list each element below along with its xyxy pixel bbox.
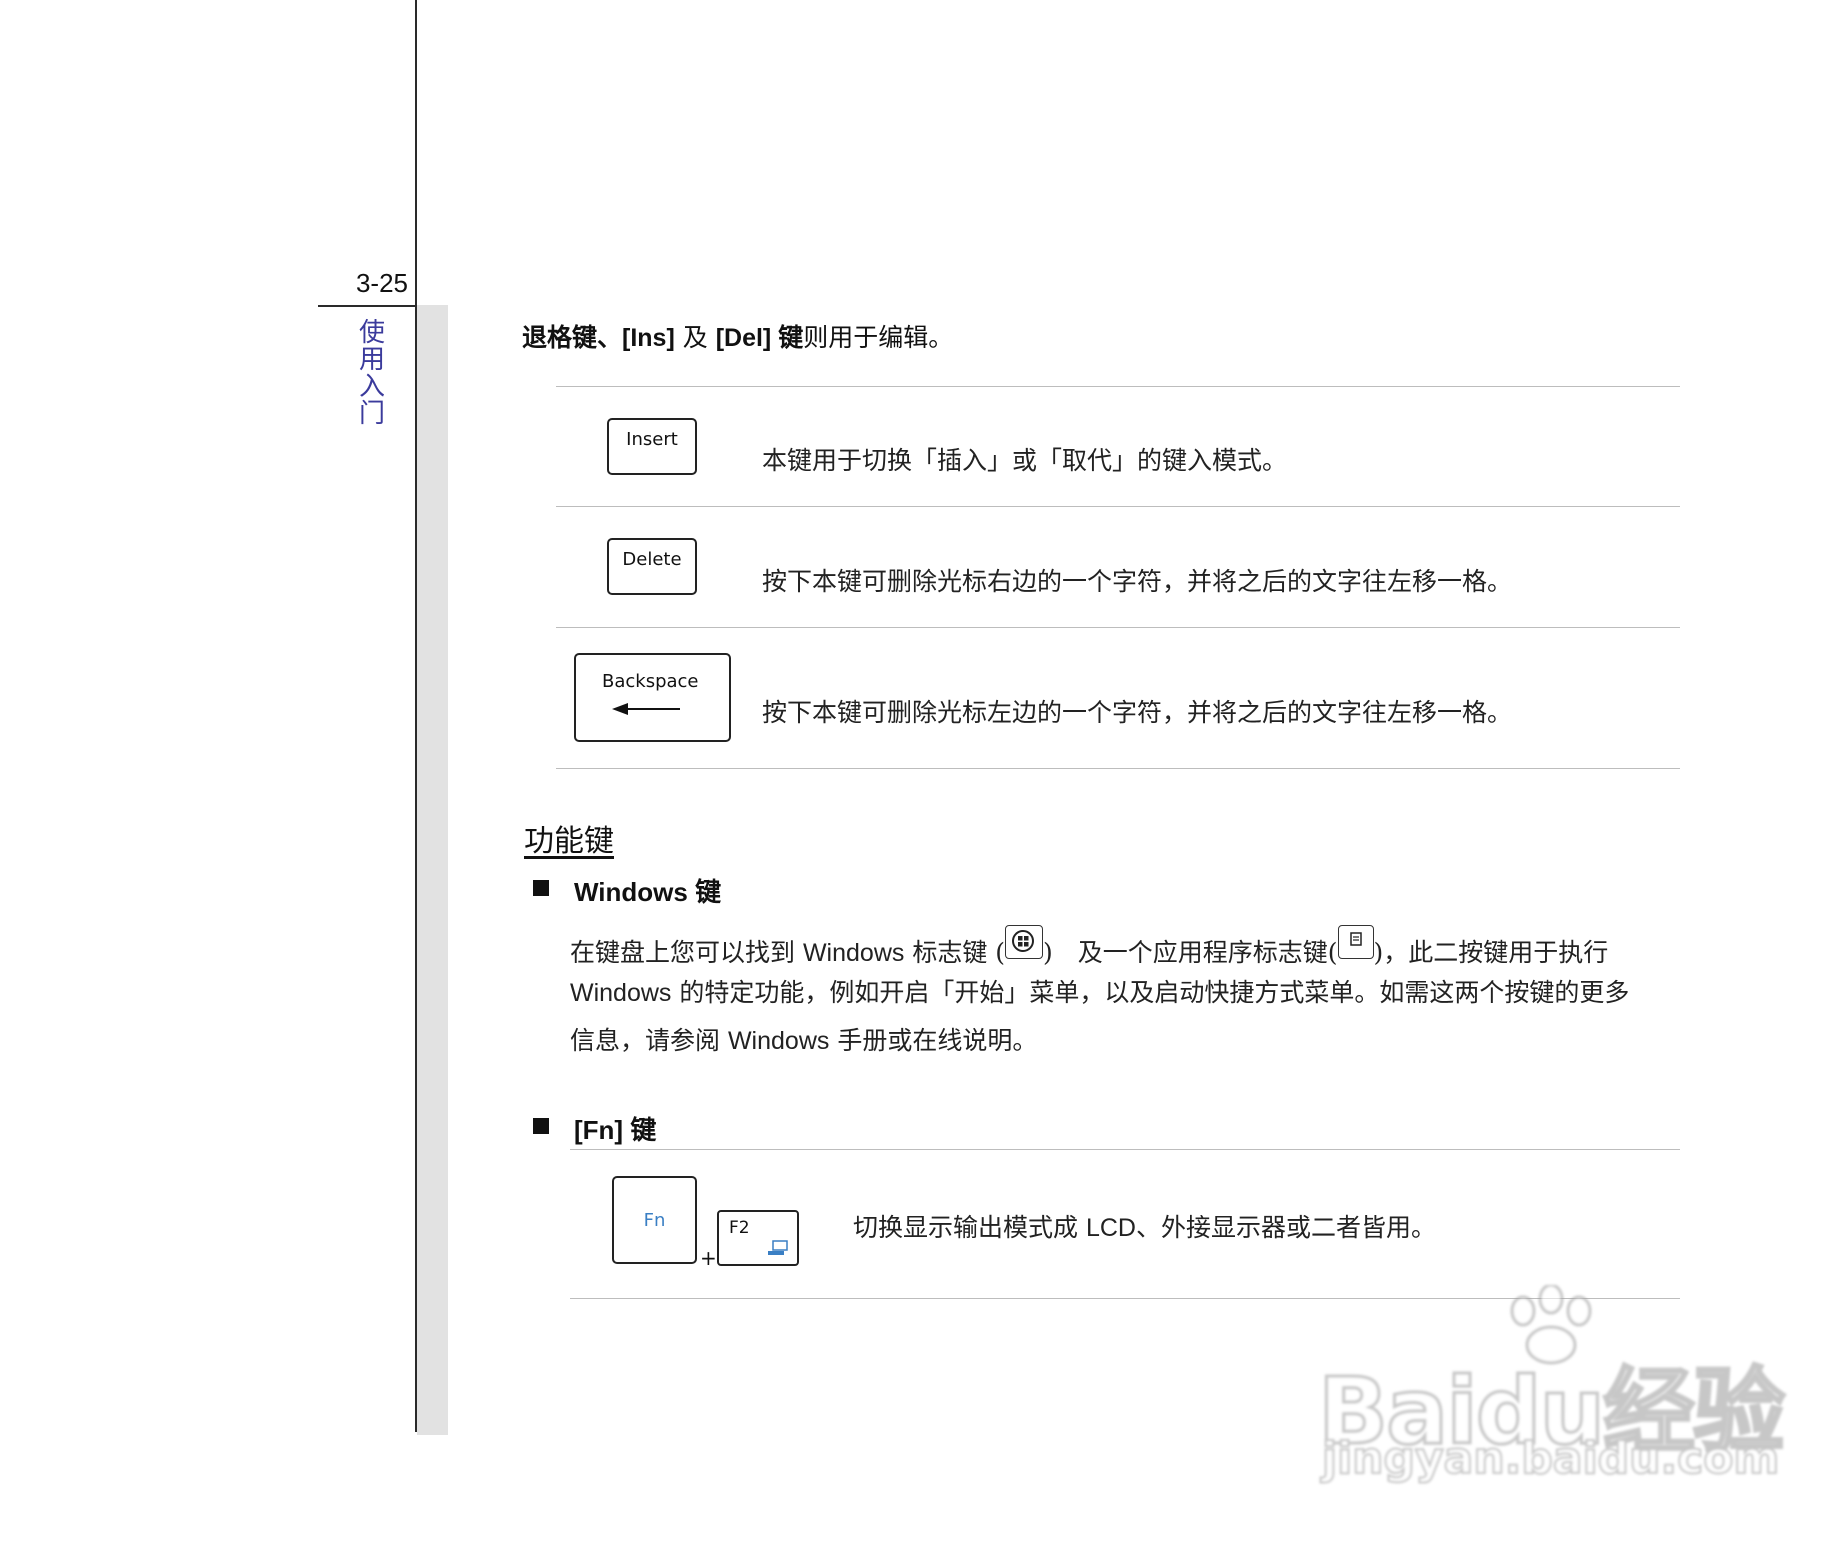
fn-desc-text: 、外接显示器或二者皆用。 — [1135, 1213, 1436, 1242]
windows-word: Windows — [727, 1027, 830, 1055]
table-rule-1 — [556, 506, 1680, 507]
fn-desc-text: 切换显示输出模式成 — [853, 1213, 1086, 1242]
intro-sentence: 退格键、[Ins] 及 [Del] 键则用于编辑。 — [522, 318, 953, 354]
delete-key-description: 按下本键可删除光标右边的一个字符，并将之后的文字往左移一格。 — [762, 567, 1513, 596]
intro-key-ins: [Ins] — [622, 324, 675, 352]
windows-key-heading-zh: 键 — [687, 877, 722, 907]
windows-word: Windows — [802, 939, 905, 967]
windows-paragraph-line-3: 信息，请参阅 Windows 手册或在线说明。 — [570, 1021, 1678, 1057]
bullet-square-icon — [533, 880, 549, 896]
chapter-title: 使用入门 — [358, 318, 385, 429]
table-rule-top — [556, 386, 1680, 387]
windows-key-heading: Windows 键 — [574, 872, 721, 909]
windows-text: )，此二按键用于执行 — [1373, 938, 1609, 967]
left-arrow-icon — [612, 703, 680, 715]
fn-key-icon: Fn — [612, 1176, 697, 1264]
windows-key-heading-en: Windows — [574, 877, 688, 907]
backspace-key-icon: Backspace — [574, 653, 731, 742]
intro-lead: 退格键、 — [522, 324, 623, 352]
fn-key-description: 切换显示输出模式成 LCD、外接显示器或二者皆用。 — [853, 1208, 1436, 1244]
windows-text: 手册或在线说明。 — [829, 1026, 1038, 1055]
f2-key-label: F2 — [729, 1218, 750, 1238]
windows-text: ) 及一个应用程序标志键( — [1043, 938, 1338, 967]
windows-logo-key-icon — [1005, 925, 1044, 959]
plus-sign: + — [700, 1246, 717, 1270]
intro-key-del: [Del] — [715, 324, 772, 352]
display-toggle-icon — [768, 1240, 788, 1255]
intro-key-word: 键 — [771, 324, 804, 352]
table-rule-2 — [556, 627, 1680, 628]
baidu-watermark: Baidu经验 jingyan.baidu.com — [1316, 1285, 1787, 1515]
backspace-key-label: Backspace — [602, 671, 699, 692]
windows-paragraph-line-2: Windows 的特定功能，例如开启「开始」菜单，以及启动快捷方式菜单。如需这两… — [570, 973, 1678, 1009]
bullet-square-icon — [533, 1118, 549, 1134]
margin-gray-band — [417, 305, 448, 1435]
insert-key-icon: Insert — [607, 418, 697, 475]
delete-key-label: Delete — [622, 549, 682, 570]
fn-table-rule-top — [570, 1149, 1680, 1150]
watermark-url-text: jingyan.baidu.com — [1321, 1432, 1780, 1485]
windows-word: Windows — [570, 979, 672, 1007]
windows-text: 在键盘上您可以找到 — [570, 938, 803, 967]
windows-text: 的特定功能，例如开启「开始」菜单，以及启动快捷方式菜单。如需这两个按键的更多 — [671, 978, 1630, 1007]
table-rule-bottom — [556, 768, 1680, 769]
windows-text: 信息，请参阅 — [570, 1026, 728, 1055]
fn-key-heading-zh: 键 — [623, 1115, 657, 1145]
backspace-key-description: 按下本键可删除光标左边的一个字符，并将之后的文字往左移一格。 — [762, 698, 1513, 727]
windows-paragraph-line-1: 在键盘上您可以找到 Windows 标志键 ( ) 及一个应用程序标志键( )，… — [570, 925, 1678, 969]
windows-text: 标志键 ( — [904, 938, 1006, 967]
fn-key-label: Fn — [643, 1210, 666, 1231]
intro-tail: 则用于编辑。 — [803, 323, 954, 352]
section-title-function-keys: 功能键 — [524, 824, 614, 859]
fn-key-heading-en: [Fn] — [574, 1115, 624, 1145]
fn-key-heading: [Fn] 键 — [574, 1110, 656, 1147]
intro-and: 及 — [674, 323, 716, 352]
fn-desc-lcd: LCD — [1085, 1214, 1136, 1242]
f2-key-icon: F2 — [717, 1210, 799, 1266]
application-key-icon — [1337, 925, 1374, 959]
insert-key-description: 本键用于切换「插入」或「取代」的键入模式。 — [762, 446, 1288, 475]
page-number-rule — [318, 305, 417, 307]
insert-key-label: Insert — [626, 429, 678, 450]
delete-key-icon: Delete — [607, 538, 697, 595]
page-number: 3-25 — [355, 268, 408, 298]
